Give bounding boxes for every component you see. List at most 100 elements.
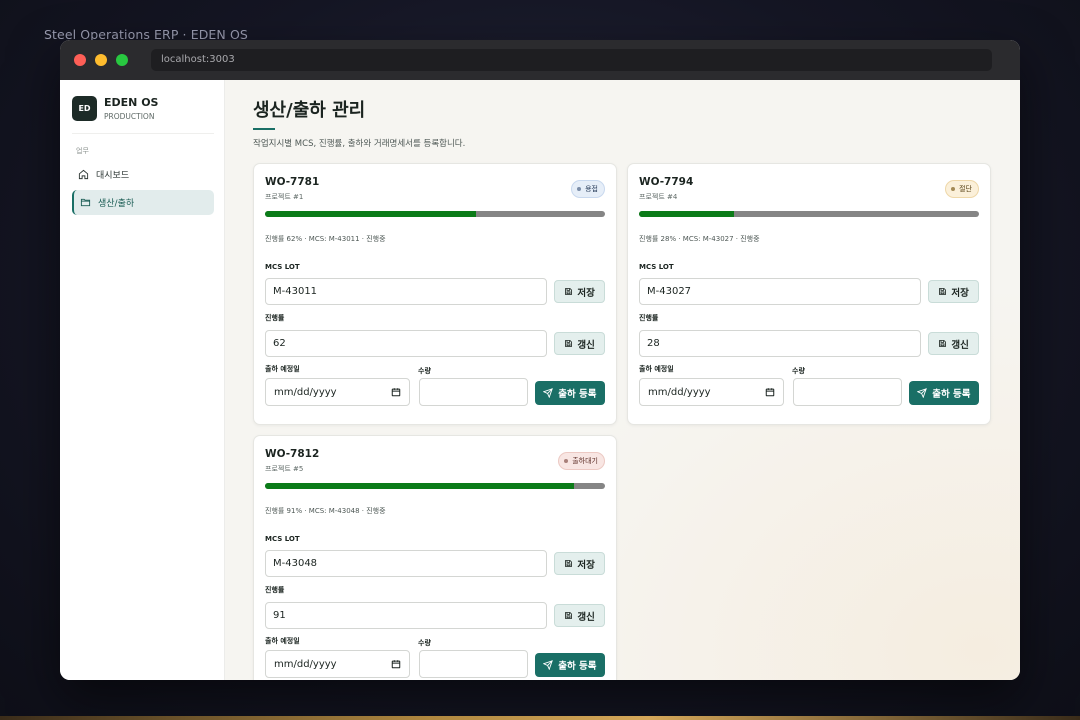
work-order-card: WO-7812 프로젝트 #5 출하대기 진행률 91% · MCS: M-43… (253, 435, 617, 680)
address-bar[interactable]: localhost:3003 (151, 49, 992, 71)
date-placeholder: mm/dd/yyyy (274, 386, 337, 398)
ship-date-input[interactable]: mm/dd/yyyy (639, 378, 784, 406)
title-underline (253, 128, 275, 130)
brand-subtitle: PRODUCTION (104, 112, 155, 121)
register-shipment-button[interactable]: 출하 등록 (534, 653, 605, 677)
work-order-id: WO-7794 (639, 176, 694, 188)
progress-fill (265, 483, 575, 489)
work-order-card: WO-7794 프로젝트 #4 절단 진행률 28% · MCS: M-4302… (627, 163, 991, 425)
sidebar-item-label: 대시보드 (96, 171, 130, 181)
save-button-label: 저장 (577, 287, 595, 299)
sidebar-item-label: 생산/출하 (98, 199, 135, 209)
progress-input[interactable]: 28 (639, 330, 922, 357)
progress-fill (265, 211, 476, 217)
quantity-label: 수량 (418, 639, 431, 647)
send-icon (543, 660, 554, 670)
progress-meta: 진행률 62% · MCS: M-43011 · 진행중 (265, 235, 386, 243)
sidebar: ED EDEN OS PRODUCTION 업무 대시보드 생산/출하 (60, 80, 225, 680)
progress-label: 진행률 (265, 314, 285, 322)
brand-name: EDEN OS (104, 96, 159, 109)
date-placeholder: mm/dd/yyyy (274, 658, 337, 670)
mcs-lot-label: MCS LOT (639, 263, 674, 271)
progress-bar (639, 211, 979, 217)
ship-date-input[interactable]: mm/dd/yyyy (265, 378, 410, 406)
progress-label: 진행률 (265, 586, 285, 594)
close-window-button[interactable] (74, 54, 86, 66)
mcs-lot-label: MCS LOT (265, 263, 300, 271)
update-button[interactable]: 갱신 (928, 332, 979, 355)
work-order-id: WO-7812 (265, 448, 320, 460)
update-button[interactable]: 갱신 (554, 604, 605, 627)
quantity-input[interactable] (792, 378, 902, 406)
app-layout: ED EDEN OS PRODUCTION 업무 대시보드 생산/출하 생산/출… (60, 80, 1020, 680)
register-shipment-button[interactable]: 출하 등록 (908, 381, 979, 405)
status-label: 절단 (959, 185, 972, 193)
progress-fill (639, 211, 735, 217)
save-icon (565, 560, 573, 567)
sidebar-item-dashboard[interactable]: 대시보드 (72, 162, 214, 187)
work-order-card: WO-7781 프로젝트 #1 용접 진행률 62% · MCS: M-4301… (253, 163, 617, 425)
progress-input[interactable]: 62 (265, 330, 548, 357)
home-icon (78, 169, 89, 180)
page-description: 작업지시별 MCS, 진행률, 출하와 거래명세서를 등록합니다. (253, 139, 466, 149)
status-badge: 절단 (945, 180, 979, 198)
mcs-lot-label: MCS LOT (265, 535, 300, 543)
mcs-lot-input[interactable]: M-43011 (265, 278, 548, 305)
main-content: 생산/출하 관리 작업지시별 MCS, 진행률, 출하와 거래명세서를 등록합니… (225, 80, 1020, 680)
save-icon (565, 612, 573, 619)
quantity-input[interactable] (418, 650, 528, 678)
progress-bar (265, 483, 605, 489)
save-button[interactable]: 저장 (928, 280, 979, 303)
ship-date-label: 출하 예정일 (639, 365, 674, 373)
project-label: 프로젝트 #4 (639, 193, 678, 201)
progress-label: 진행률 (639, 314, 659, 322)
calendar-icon[interactable] (391, 659, 401, 669)
page-title: 생산/출하 관리 (253, 100, 366, 121)
minimize-window-button[interactable] (95, 54, 107, 66)
brand-logo: ED (72, 96, 97, 121)
status-badge: 용접 (571, 180, 605, 198)
status-dot-icon (577, 187, 582, 191)
nav-section-label: 업무 (76, 147, 89, 155)
project-label: 프로젝트 #5 (265, 465, 304, 473)
progress-meta: 진행률 28% · MCS: M-43027 · 진행중 (639, 235, 760, 243)
save-icon (939, 288, 947, 295)
project-label: 프로젝트 #1 (265, 193, 304, 201)
brand: ED EDEN OS PRODUCTION (72, 96, 214, 134)
register-button-label: 출하 등록 (932, 389, 971, 400)
status-label: 용접 (585, 185, 598, 193)
browser-titlebar: localhost:3003 (60, 40, 1020, 80)
status-label: 출하대기 (572, 457, 598, 465)
quantity-label: 수량 (418, 367, 431, 375)
register-button-label: 출하 등록 (558, 389, 597, 400)
save-button-label: 저장 (577, 559, 595, 571)
register-button-label: 출하 등록 (558, 661, 597, 672)
calendar-icon[interactable] (765, 387, 775, 397)
maximize-window-button[interactable] (116, 54, 128, 66)
update-button-label: 갱신 (577, 339, 595, 351)
quantity-input[interactable] (418, 378, 528, 406)
ship-date-label: 출하 예정일 (265, 637, 300, 645)
ship-date-input[interactable]: mm/dd/yyyy (265, 650, 410, 678)
browser-window: localhost:3003 ED EDEN OS PRODUCTION 업무 … (60, 40, 1020, 680)
quantity-label: 수량 (792, 367, 805, 375)
mcs-lot-input[interactable]: M-43048 (265, 550, 548, 577)
calendar-icon[interactable] (391, 387, 401, 397)
status-badge: 출하대기 (558, 452, 605, 470)
update-button-label: 갱신 (577, 611, 595, 623)
progress-input[interactable]: 91 (265, 602, 548, 629)
sidebar-item-production[interactable]: 생산/출하 (72, 190, 214, 215)
progress-meta: 진행률 91% · MCS: M-43048 · 진행중 (265, 507, 386, 515)
save-button-label: 저장 (951, 287, 969, 299)
mcs-lot-input[interactable]: M-43027 (639, 278, 922, 305)
send-icon (543, 388, 554, 398)
save-icon (565, 340, 573, 347)
save-button[interactable]: 저장 (554, 280, 605, 303)
folder-icon (80, 198, 91, 207)
update-button[interactable]: 갱신 (554, 332, 605, 355)
date-placeholder: mm/dd/yyyy (648, 386, 711, 398)
save-button[interactable]: 저장 (554, 552, 605, 575)
status-dot-icon (951, 187, 956, 191)
save-icon (939, 340, 947, 347)
register-shipment-button[interactable]: 출하 등록 (534, 381, 605, 405)
